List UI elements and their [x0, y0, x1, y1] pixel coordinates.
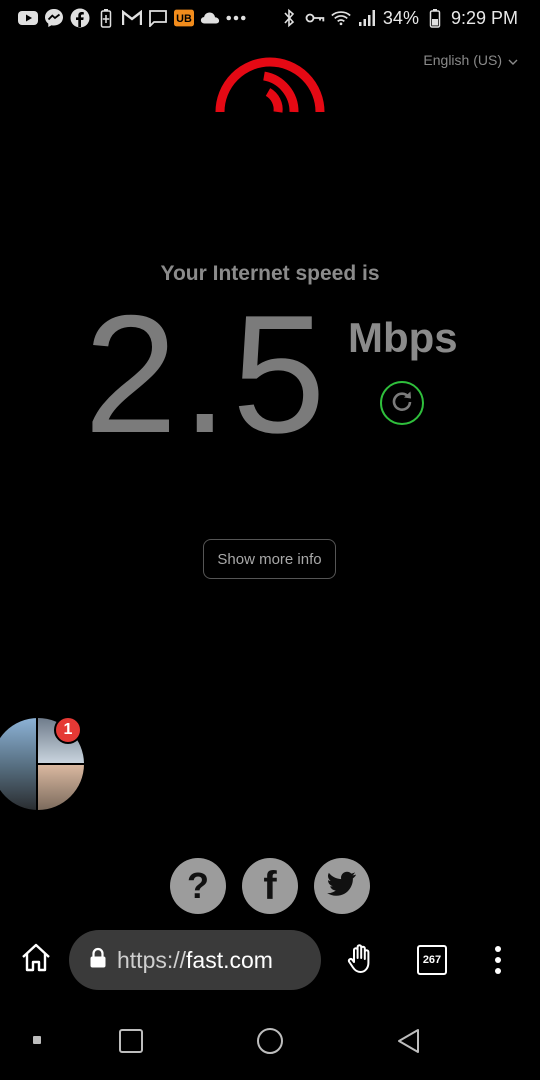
facebook-icon [70, 8, 90, 28]
chevron-down-icon [508, 52, 518, 68]
home-button[interactable] [18, 942, 54, 978]
gmail-icon [122, 8, 142, 28]
signal-icon [357, 8, 377, 28]
chat-head-photo [0, 718, 36, 810]
notification-icons: UB [18, 8, 246, 28]
message-icon [148, 8, 168, 28]
menu-dot [495, 946, 501, 952]
facebook-share-button[interactable]: f [242, 858, 298, 914]
notification-badge: 1 [54, 716, 82, 744]
url-host: fast.com [186, 946, 273, 973]
speed-unit: Mbps [348, 314, 458, 361]
cloud-icon [200, 8, 220, 28]
url-scheme: https:// [117, 946, 187, 973]
status-bar: UB 34% 9:29 PM [0, 0, 540, 36]
tab-switcher-button[interactable]: 267 [417, 945, 447, 975]
refresh-icon [391, 390, 413, 417]
system-indicators: 34% 9:29 PM [279, 8, 518, 28]
back-button[interactable] [396, 1028, 422, 1059]
menu-dot [495, 957, 501, 963]
battery-percent: 34% [382, 7, 419, 28]
twitter-icon [327, 871, 357, 902]
help-button[interactable]: ? [170, 858, 226, 914]
nav-indicator-icon [33, 1036, 41, 1044]
key-icon [305, 8, 325, 28]
more-options-button[interactable] [488, 942, 508, 978]
address-bar[interactable]: https://fast.com [69, 930, 321, 990]
home-icon [20, 943, 52, 978]
home-nav-button[interactable] [257, 1028, 283, 1054]
gesture-button[interactable] [342, 942, 378, 978]
show-more-info-button[interactable]: Show more info [203, 539, 336, 579]
fast-logo-icon [214, 54, 326, 121]
bluetooth-icon [279, 8, 299, 28]
facebook-icon: f [263, 863, 277, 908]
recent-apps-button[interactable] [119, 1029, 143, 1053]
chat-head-photo [38, 765, 84, 810]
wifi-icon [331, 8, 351, 28]
speed-value: 2.5 [84, 280, 330, 468]
refresh-button[interactable] [380, 381, 424, 425]
ub-icon: UB [174, 8, 194, 28]
messenger-icon [44, 8, 64, 28]
battery-saver-icon [96, 8, 116, 28]
youtube-icon [18, 8, 38, 28]
language-label: English (US) [423, 52, 502, 68]
more-dots-icon [226, 8, 246, 28]
lock-icon [89, 947, 107, 974]
clock: 9:29 PM [450, 7, 518, 28]
svg-text:UB: UB [176, 13, 192, 25]
url-text: https://fast.com [117, 947, 273, 974]
language-selector[interactable]: English (US) [423, 52, 518, 68]
twitter-share-button[interactable] [314, 858, 370, 914]
battery-icon [425, 8, 445, 28]
help-icon: ? [187, 865, 209, 906]
hand-icon [344, 942, 376, 979]
menu-dot [495, 968, 501, 974]
